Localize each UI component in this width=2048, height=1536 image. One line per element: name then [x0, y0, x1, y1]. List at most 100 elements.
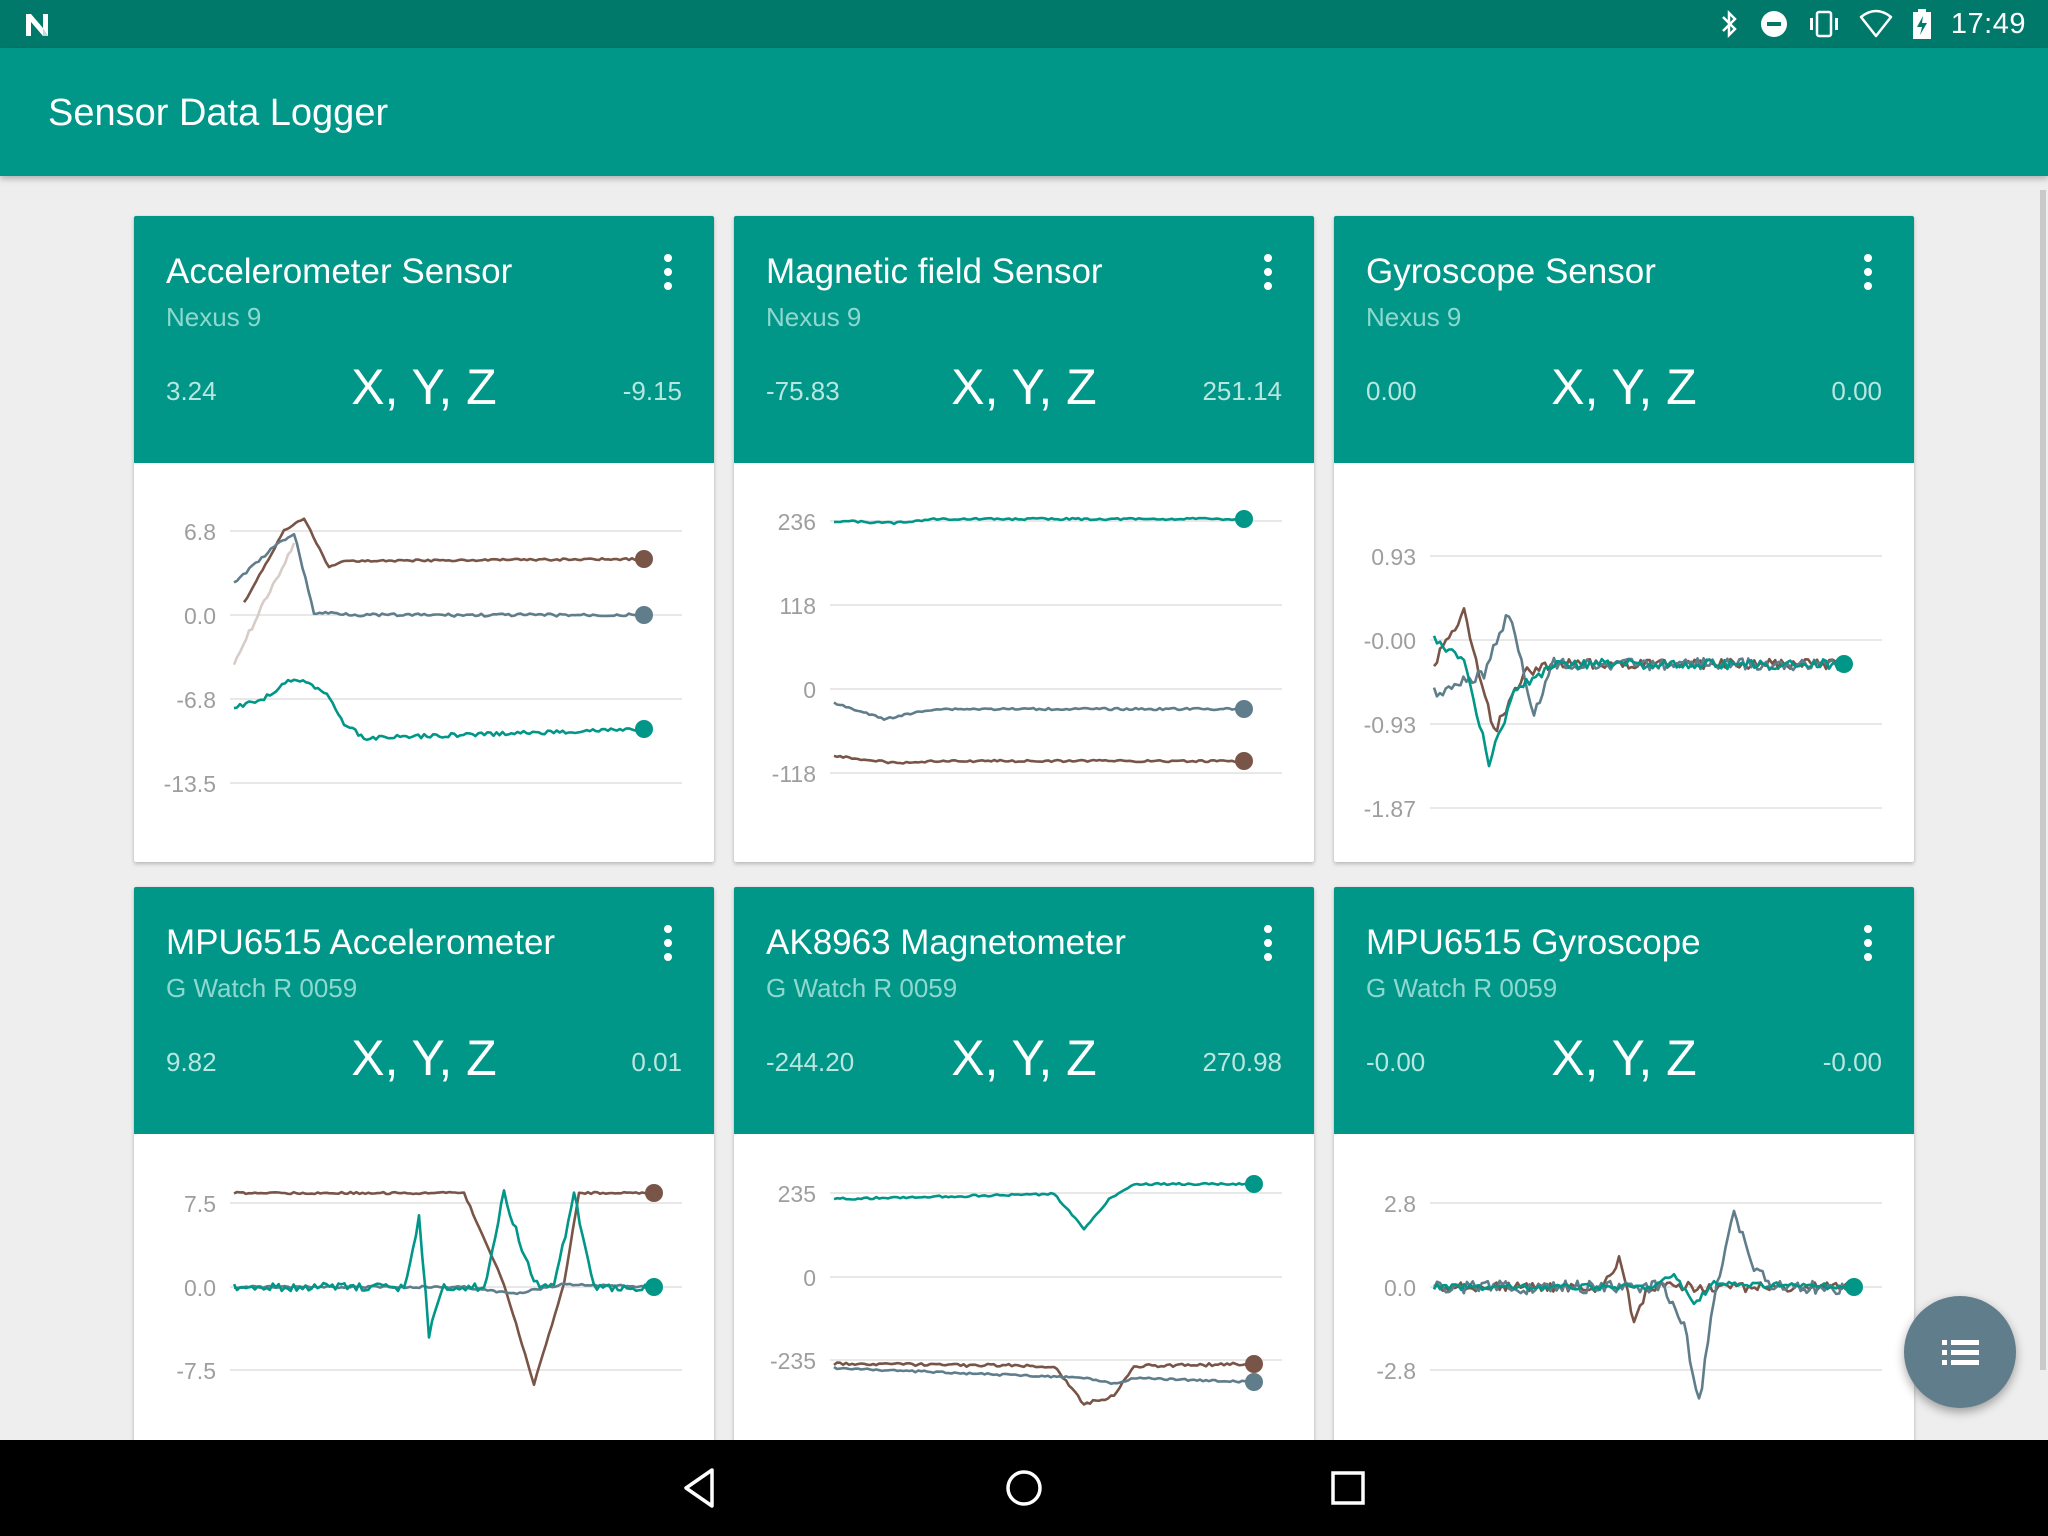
more-vert-icon[interactable]	[662, 254, 674, 294]
y-tick-label: 0	[803, 677, 816, 703]
value-right: -9.15	[622, 376, 682, 406]
card-title: Magnetic field Sensor	[766, 252, 1103, 291]
sensor-series-line	[833, 754, 1245, 765]
series-end-dot	[1245, 1355, 1263, 1373]
sensor-card[interactable]: Magnetic field Sensor Nexus 9 X, Y, Z -7…	[734, 216, 1314, 862]
sensor-chart: 0.93 -0.00 -0.93 -1.87	[1364, 544, 1882, 822]
y-tick-label: -2.8	[1376, 1358, 1416, 1384]
y-tick-label: 0.0	[184, 603, 216, 629]
y-tick-label: -0.93	[1364, 712, 1416, 738]
sensor-card[interactable]: MPU6515 Gyroscope G Watch R 0059 X, Y, Z…	[1334, 887, 1914, 1440]
card-header: MPU6515 Gyroscope G Watch R 0059 X, Y, Z…	[1334, 887, 1914, 1134]
value-left: 0.00	[1366, 376, 1417, 406]
card-header: Magnetic field Sensor Nexus 9 X, Y, Z -7…	[734, 216, 1314, 463]
y-tick-label: 118	[779, 593, 816, 619]
axes-label: X, Y, Z	[351, 1030, 497, 1086]
sensor-series-line	[233, 532, 645, 618]
scrollbar[interactable]	[2040, 190, 2046, 1370]
y-tick-label: 235	[778, 1181, 816, 1207]
wifi-icon	[1859, 9, 1893, 38]
sensor-series-line	[833, 1361, 1254, 1406]
y-tick-label: -1.87	[1364, 796, 1416, 822]
card-title: Accelerometer Sensor	[166, 252, 513, 291]
value-left: 3.24	[166, 376, 217, 406]
sensor-series-line	[833, 1365, 1255, 1385]
sensor-chart: 2.8 0.0 -2.8	[1376, 1191, 1882, 1400]
card-device: G Watch R 0059	[166, 973, 358, 1003]
y-tick-label: 6.8	[184, 519, 216, 545]
series-end-dot	[635, 550, 653, 568]
series-end-dot	[635, 720, 653, 738]
y-tick-label: 0	[803, 1265, 816, 1291]
value-right: 0.01	[631, 1047, 682, 1077]
y-tick-label: -0.00	[1364, 628, 1416, 654]
sensor-chart: 236 118 0 -118	[772, 509, 1282, 787]
y-tick-label: -235	[770, 1348, 816, 1374]
series-end-dot	[1245, 1373, 1263, 1391]
y-tick-label: -13.5	[164, 771, 216, 797]
card-title: AK8963 Magnetometer	[766, 923, 1126, 962]
card-header: AK8963 Magnetometer G Watch R 0059 X, Y,…	[734, 887, 1314, 1134]
status-bar: 17:49	[0, 0, 2048, 48]
series-end-dot	[1235, 700, 1253, 718]
more-vert-icon[interactable]	[1262, 925, 1274, 965]
vibrate-icon	[1809, 10, 1838, 38]
card-device: G Watch R 0059	[766, 973, 958, 1003]
home-icon[interactable]	[996, 1460, 1052, 1516]
card-device: G Watch R 0059	[1366, 973, 1558, 1003]
value-right: -0.00	[1822, 1047, 1882, 1077]
card-header: MPU6515 Accelerometer G Watch R 0059 X, …	[134, 887, 714, 1134]
app-bar: Sensor Data Logger	[0, 48, 2048, 176]
list-icon	[1942, 1340, 1979, 1365]
series-end-dot	[645, 1184, 663, 1202]
more-vert-icon[interactable]	[662, 925, 674, 965]
series-end-dot	[645, 1278, 663, 1296]
sensor-card[interactable]: Accelerometer Sensor Nexus 9 X, Y, Z 3.2…	[134, 216, 714, 862]
app-title: Sensor Data Logger	[48, 92, 389, 134]
battery-charging-icon	[1912, 9, 1931, 39]
sensor-card[interactable]: MPU6515 Accelerometer G Watch R 0059 X, …	[134, 887, 714, 1440]
sensor-series-line	[1432, 635, 1846, 768]
sensor-chart: 235 0 -235	[770, 1175, 1282, 1406]
sensor-chart: 7.5 0.0 -7.5	[176, 1184, 682, 1387]
back-icon[interactable]	[672, 1460, 728, 1516]
card-device: Nexus 9	[166, 302, 262, 332]
series-end-dot	[1235, 510, 1253, 528]
sensor-series-line	[833, 701, 1245, 721]
recents-icon[interactable]	[1320, 1460, 1376, 1516]
sensor-series-line	[232, 1189, 655, 1339]
value-left: -0.00	[1366, 1047, 1426, 1077]
sensor-series-line	[232, 542, 296, 666]
sensor-series-line	[833, 1181, 1255, 1231]
y-tick-label: -6.8	[176, 687, 216, 713]
y-tick-label: 2.8	[1384, 1191, 1416, 1217]
axes-label: X, Y, Z	[1551, 359, 1697, 415]
card-title: MPU6515 Accelerometer	[166, 923, 556, 962]
card-device: Nexus 9	[1366, 302, 1462, 332]
series-end-dot	[1835, 655, 1853, 673]
sensor-card[interactable]: AK8963 Magnetometer G Watch R 0059 X, Y,…	[734, 887, 1314, 1440]
y-tick-label: -118	[772, 761, 816, 787]
more-vert-icon[interactable]	[1262, 254, 1274, 294]
series-end-dot	[1235, 752, 1253, 770]
sensor-card[interactable]: Gyroscope Sensor Nexus 9 X, Y, Z 0.00 0.…	[1334, 216, 1914, 862]
bluetooth-icon	[1722, 9, 1737, 39]
y-tick-label: -7.5	[176, 1358, 216, 1384]
value-left: -244.20	[766, 1047, 855, 1077]
y-tick-label: 0.93	[1371, 544, 1416, 570]
card-device: Nexus 9	[766, 302, 862, 332]
sensor-series-line	[1433, 607, 1846, 733]
list-fab-button[interactable]	[1904, 1296, 2016, 1408]
navigation-bar	[0, 1440, 2048, 1536]
value-right: 251.14	[1202, 376, 1282, 406]
card-title: Gyroscope Sensor	[1366, 252, 1656, 291]
card-title: MPU6515 Gyroscope	[1366, 923, 1701, 962]
more-vert-icon[interactable]	[1862, 254, 1874, 294]
value-right: 270.98	[1202, 1047, 1282, 1077]
y-tick-label: 0.0	[1384, 1275, 1416, 1301]
series-end-dot	[1245, 1175, 1263, 1193]
y-tick-label: 236	[778, 509, 816, 535]
more-vert-icon[interactable]	[1862, 925, 1874, 965]
status-icons: 17:49	[1719, 0, 2026, 48]
value-left: -75.83	[766, 376, 840, 406]
